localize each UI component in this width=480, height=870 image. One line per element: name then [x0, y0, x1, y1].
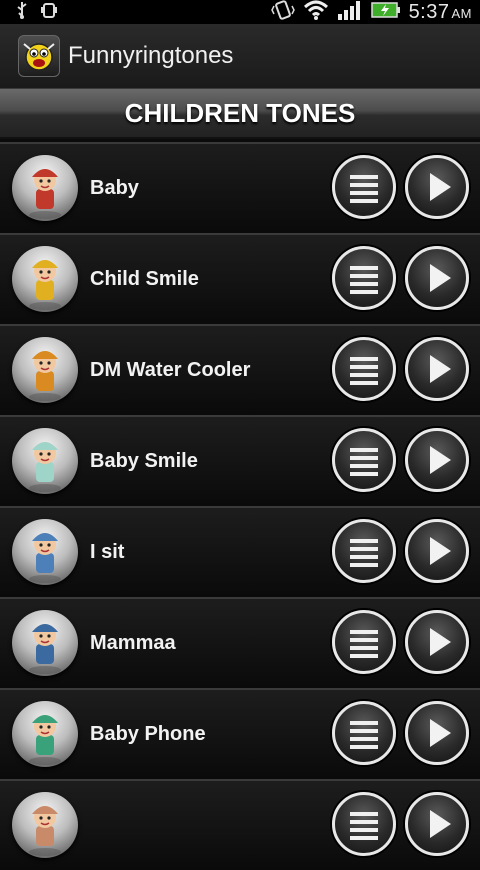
play-button[interactable]	[405, 610, 469, 674]
options-menu-button[interactable]	[332, 428, 396, 492]
options-menu-button[interactable]	[332, 337, 396, 401]
play-button[interactable]	[405, 792, 469, 856]
ringtone-label: Child Smile	[90, 268, 199, 290]
menu-lines-icon	[350, 539, 378, 567]
ringtone-label: I sit	[90, 541, 125, 563]
menu-lines-icon	[350, 357, 378, 385]
avatar-sombrero-child-icon	[12, 246, 78, 312]
app-title-bar: Funnyringtones	[0, 24, 480, 89]
options-menu-button[interactable]	[332, 519, 396, 583]
play-button[interactable]	[405, 246, 469, 310]
status-bar: 5:37 AM	[0, 0, 480, 24]
avatar-boy-blue-icon	[12, 519, 78, 585]
battery-icon	[370, 1, 401, 24]
category-title: CHILDREN TONES	[124, 97, 356, 128]
play-icon	[430, 628, 451, 656]
play-icon	[430, 719, 451, 747]
wifi-icon	[303, 0, 329, 25]
ringtone-row[interactable]: I sit	[0, 506, 480, 597]
avatar-sombrero-child-small-icon	[12, 337, 78, 403]
avatar-pirate-child-icon	[12, 155, 78, 221]
ringtone-row[interactable]	[0, 779, 480, 870]
play-button[interactable]	[405, 337, 469, 401]
ringtone-row[interactable]: Mammaa	[0, 597, 480, 688]
menu-lines-icon	[350, 175, 378, 203]
play-button[interactable]	[405, 428, 469, 492]
category-header: CHILDREN TONES	[0, 89, 480, 139]
play-icon	[430, 810, 451, 838]
menu-lines-icon	[350, 812, 378, 840]
avatar-partial-next-icon	[12, 792, 78, 858]
options-menu-button[interactable]	[332, 792, 396, 856]
options-menu-button[interactable]	[332, 610, 396, 674]
play-icon	[430, 446, 451, 474]
app-logo-icon[interactable]	[18, 35, 60, 77]
ringtone-row[interactable]: Baby Phone	[0, 688, 480, 779]
ringtone-label: DM Water Cooler	[90, 359, 251, 381]
options-menu-button[interactable]	[332, 155, 396, 219]
ringtone-label: Mammaa	[90, 632, 176, 654]
ringtone-label: Baby	[90, 177, 139, 199]
ringtone-label: Baby Smile	[90, 450, 198, 472]
ringtone-row[interactable]: Child Smile	[0, 233, 480, 324]
play-button[interactable]	[405, 519, 469, 583]
menu-lines-icon	[350, 448, 378, 476]
avatar-statue-child-icon	[12, 428, 78, 494]
debug-icon	[40, 1, 58, 24]
play-icon	[430, 537, 451, 565]
menu-lines-icon	[350, 630, 378, 658]
avatar-girl-phone-icon	[12, 701, 78, 767]
play-button[interactable]	[405, 701, 469, 765]
ringtone-row[interactable]: Baby Smile	[0, 415, 480, 506]
options-menu-button[interactable]	[332, 246, 396, 310]
play-icon	[430, 264, 451, 292]
clock: 5:37 AM	[408, 0, 472, 23]
vibrate-icon	[270, 0, 295, 25]
ringtone-label: Baby Phone	[90, 723, 206, 745]
play-icon	[430, 173, 451, 201]
usb-icon	[14, 1, 30, 24]
play-button[interactable]	[405, 155, 469, 219]
ringtone-list: Baby Child Smile DM Water Cooler Baby Smile…	[0, 142, 480, 870]
ringtone-row[interactable]: DM Water Cooler	[0, 324, 480, 415]
options-menu-button[interactable]	[332, 701, 396, 765]
app-title: Funnyringtones	[68, 42, 234, 69]
menu-lines-icon	[350, 266, 378, 294]
signal-icon	[337, 0, 363, 25]
play-icon	[430, 355, 451, 383]
avatar-boy-blue-camera-icon	[12, 610, 78, 676]
menu-lines-icon	[350, 721, 378, 749]
ringtone-row[interactable]: Baby	[0, 142, 480, 233]
